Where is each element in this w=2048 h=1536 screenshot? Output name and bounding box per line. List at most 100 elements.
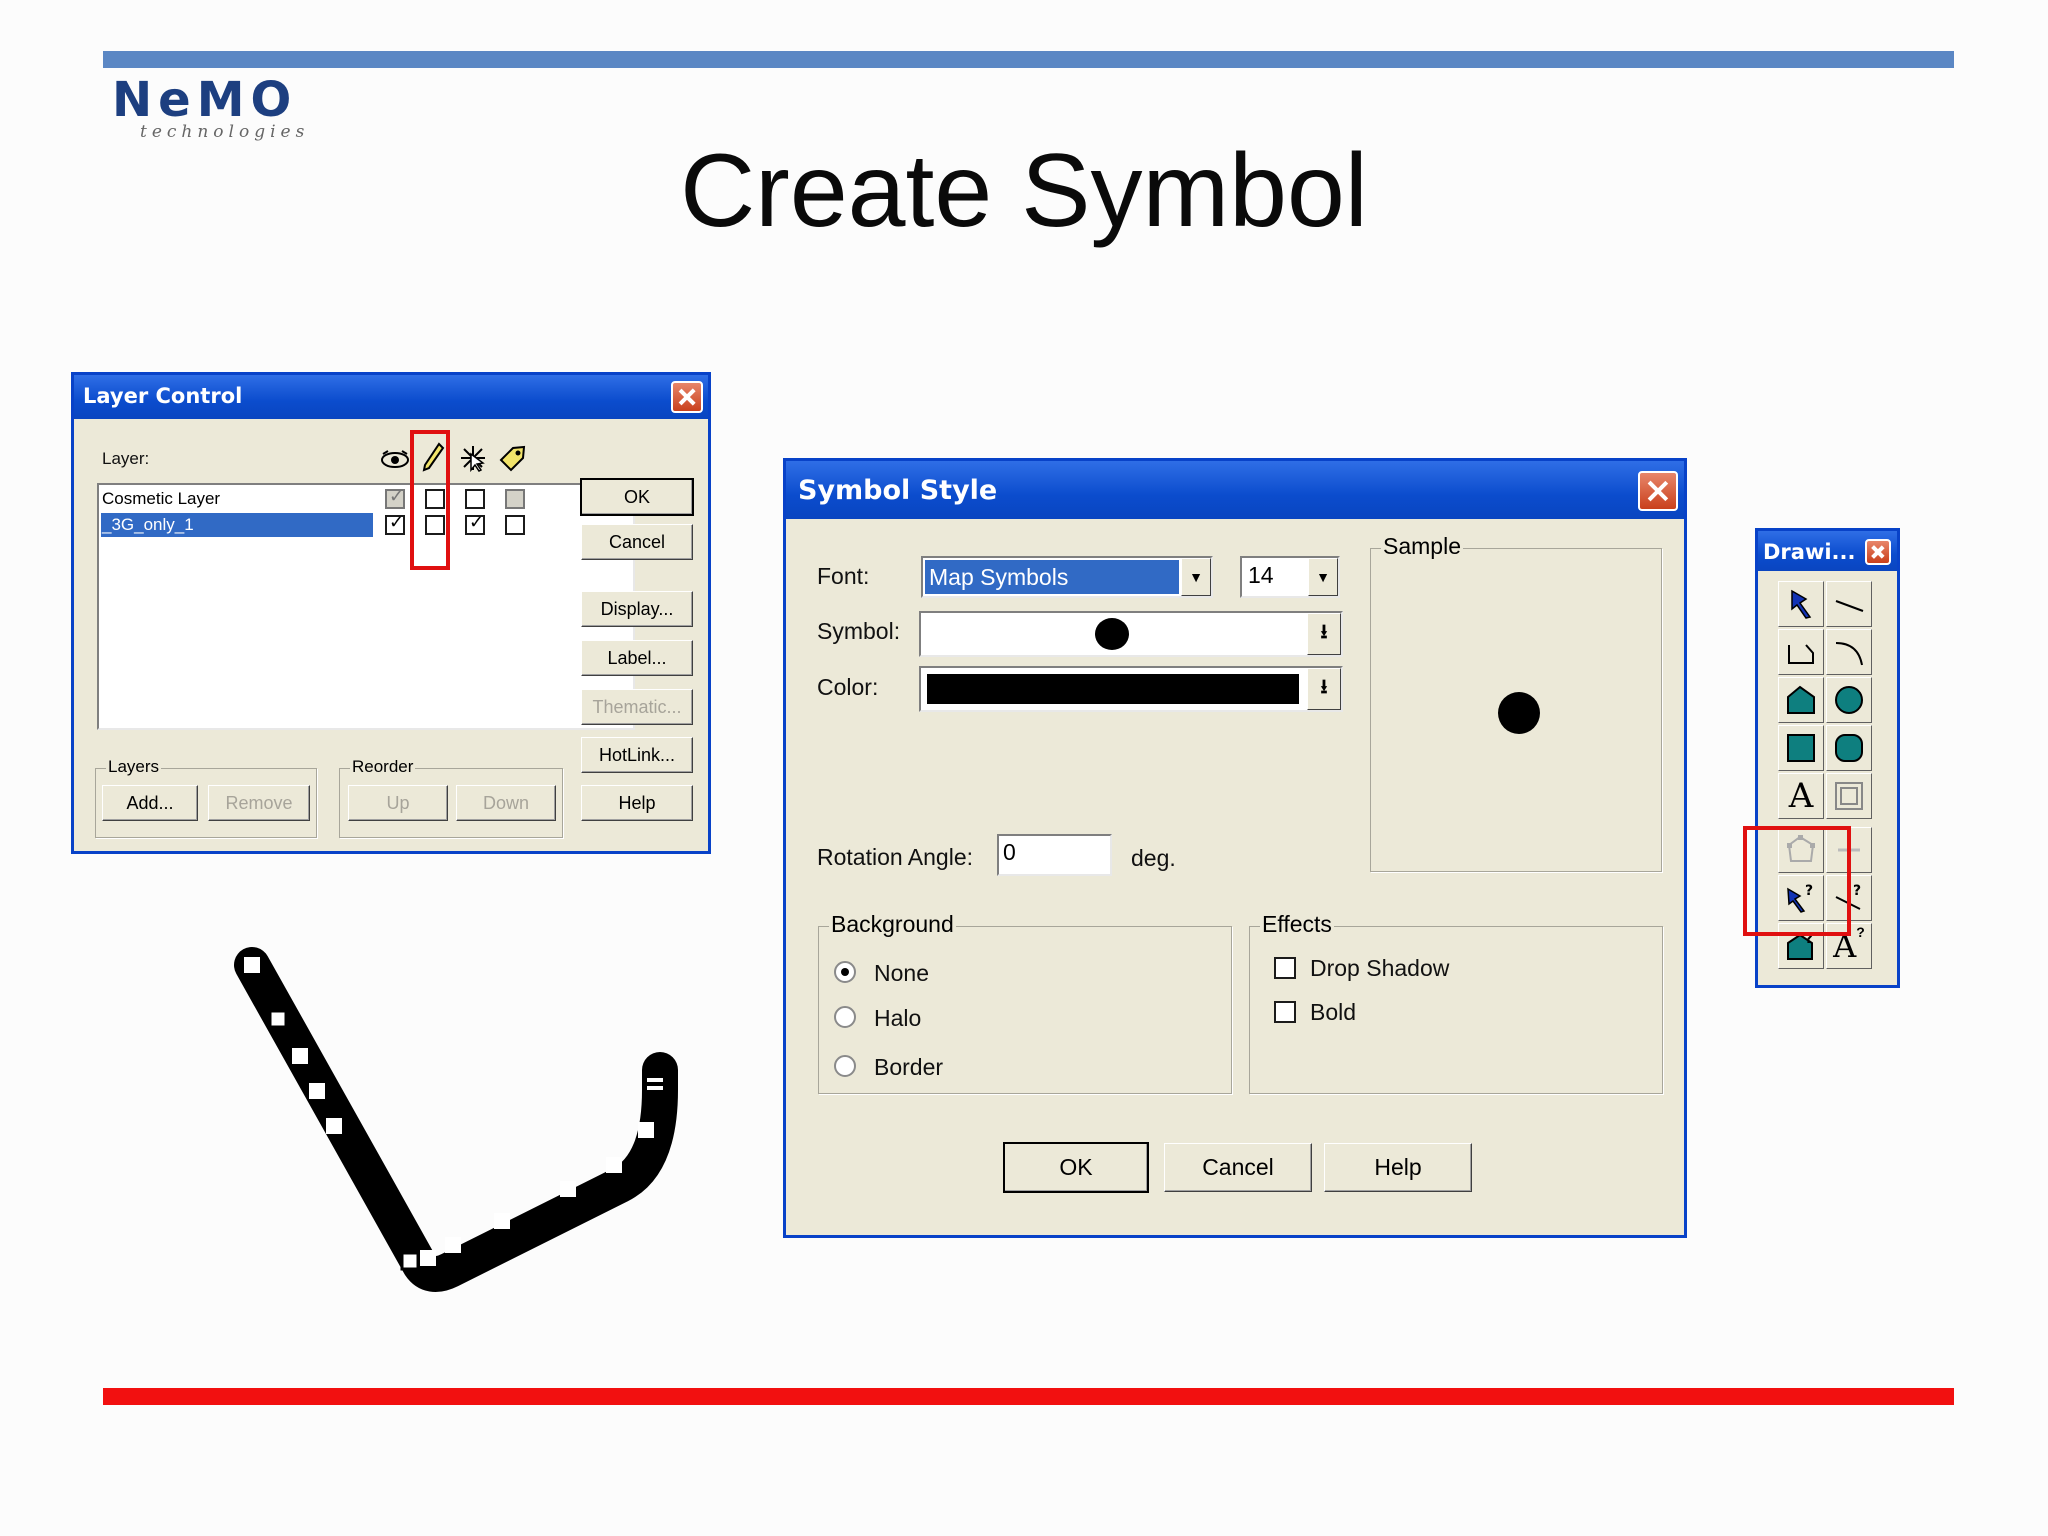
color-label: Color: — [817, 674, 879, 700]
layer-control-titlebar[interactable]: Layer Control — [74, 375, 708, 419]
checkmark-icon: ✓ — [389, 486, 405, 506]
line-icon[interactable] — [1826, 581, 1872, 627]
help-button[interactable]: Help — [581, 785, 693, 821]
autolabel-checkbox[interactable] — [505, 489, 525, 509]
display-button[interactable]: Display... — [581, 591, 693, 627]
thematic-button[interactable]: Thematic... — [581, 689, 693, 725]
color-swatch — [927, 674, 1299, 704]
drop-shadow-checkbox[interactable] — [1274, 957, 1296, 979]
close-icon[interactable] — [1865, 539, 1891, 565]
remove-layer-button[interactable]: Remove — [208, 785, 310, 821]
rotation-angle-label: Rotation Angle: — [817, 844, 974, 870]
layer-row[interactable]: Cosmetic Layer — [101, 487, 373, 511]
reorder-group-caption: Reorder — [350, 757, 416, 777]
dropdown-arrow-icon[interactable]: ⭳ — [1307, 613, 1341, 655]
symbol-style-dialog: Symbol Style Font: Map Symbols ▼ 14 ▼ Sy… — [783, 458, 1687, 1238]
visible-checkbox[interactable]: ✓ — [385, 512, 405, 535]
hotlink-button[interactable]: HotLink... — [581, 737, 693, 773]
background-halo-radio[interactable] — [834, 1006, 856, 1028]
polyline-icon[interactable] — [1778, 629, 1824, 675]
move-up-button[interactable]: Up — [348, 785, 448, 821]
symbol-label: Symbol: — [817, 618, 901, 644]
chevron-down-icon[interactable]: ▼ — [1181, 558, 1211, 596]
size-select[interactable]: 14 ▼ — [1240, 556, 1340, 598]
add-layer-button[interactable]: Add... — [102, 785, 198, 821]
effects-group: Effects Drop Shadow Bold — [1249, 911, 1663, 1094]
close-icon[interactable] — [671, 381, 703, 413]
layer-name: _3G_only_1 — [102, 515, 194, 534]
sample-group: Sample — [1370, 533, 1662, 872]
circle-symbol-icon — [1095, 618, 1129, 650]
background-border-radio[interactable] — [834, 1055, 856, 1077]
autolabel-checkbox[interactable] — [505, 515, 525, 535]
label-tag-icon — [499, 445, 526, 472]
rotation-unit-label: deg. — [1131, 845, 1176, 871]
checkmark-icon: ✓ — [389, 512, 405, 532]
background-border-label: Border — [874, 1054, 944, 1080]
layers-group: Layers Add... Remove — [95, 757, 317, 838]
background-caption: Background — [829, 911, 956, 938]
help-button[interactable]: Help — [1324, 1143, 1472, 1192]
close-icon[interactable] — [1638, 471, 1678, 511]
sample-symbol-preview — [1498, 692, 1540, 734]
cancel-button[interactable]: Cancel — [1164, 1143, 1312, 1192]
layer-name: Cosmetic Layer — [102, 489, 221, 508]
select-arrow-icon — [461, 446, 485, 472]
bottom-accent-bar — [103, 1388, 1954, 1405]
dropdown-arrow-icon[interactable]: ⭳ — [1307, 668, 1341, 710]
font-label: Font: — [817, 563, 870, 589]
move-down-button[interactable]: Down — [456, 785, 556, 821]
eye-icon — [381, 450, 409, 468]
reorder-group: Reorder Up Down — [339, 757, 563, 838]
background-halo-label: Halo — [874, 1005, 922, 1031]
layer-row-selected[interactable]: _3G_only_1 — [101, 513, 373, 537]
rotation-angle-input[interactable]: 0 — [997, 834, 1112, 876]
selectable-checkbox[interactable]: ✓ — [465, 512, 485, 535]
logo-word: NeMO — [112, 72, 298, 128]
chevron-down-icon[interactable]: ▼ — [1308, 558, 1338, 596]
ok-button[interactable]: OK — [1003, 1142, 1149, 1193]
font-select[interactable]: Map Symbols ▼ — [921, 556, 1213, 598]
background-none-radio[interactable] — [834, 961, 856, 983]
symbol-style-titlebar[interactable]: Symbol Style — [786, 461, 1684, 519]
bold-checkbox[interactable] — [1274, 1001, 1296, 1023]
layer-control-dialog: Layer Control Layer: Cosmetic Layer _3G_… — [71, 372, 711, 854]
cancel-button[interactable]: Cancel — [581, 524, 693, 560]
ok-button[interactable]: OK — [580, 478, 694, 516]
sample-caption: Sample — [1381, 533, 1463, 560]
checkmark-icon: ✓ — [469, 512, 485, 532]
rectangle-icon[interactable] — [1778, 725, 1824, 771]
rounded-rectangle-icon[interactable] — [1826, 725, 1872, 771]
visible-checkbox[interactable]: ✓ — [385, 486, 405, 509]
color-picker[interactable]: ⭳ — [919, 666, 1343, 712]
layer-control-title: Layer Control — [83, 384, 243, 408]
size-select-value: 14 — [1248, 562, 1274, 588]
layer-label: Layer: — [102, 449, 150, 468]
effects-caption: Effects — [1260, 911, 1334, 938]
arc-icon[interactable] — [1826, 629, 1872, 675]
ellipse-icon[interactable] — [1826, 677, 1872, 723]
background-none-label: None — [874, 960, 929, 986]
layer-list[interactable]: Cosmetic Layer _3G_only_1 ✓ ✓ ✓ — [97, 483, 635, 730]
selectable-checkbox[interactable] — [465, 489, 485, 509]
symbol-style-title: Symbol Style — [798, 475, 998, 506]
symbol-pin-icon[interactable] — [1778, 581, 1824, 627]
editable-column-highlight — [410, 430, 450, 570]
frame-icon[interactable] — [1826, 773, 1872, 819]
polygon-icon[interactable] — [1778, 677, 1824, 723]
drop-shadow-label: Drop Shadow — [1310, 955, 1450, 981]
drawing-toolbar-title: Drawi... — [1763, 540, 1856, 564]
rotation-angle-value: 0 — [1003, 839, 1016, 865]
polyline-with-nodes — [234, 947, 678, 1292]
background-group: Background None Halo Border — [818, 911, 1232, 1094]
symbol-picker[interactable]: ⭳ — [919, 611, 1343, 657]
text-icon[interactable]: A — [1778, 773, 1824, 819]
bold-label: Bold — [1310, 999, 1357, 1025]
layers-group-caption: Layers — [106, 757, 162, 777]
label-button[interactable]: Label... — [581, 640, 693, 676]
query-tools-highlight — [1743, 826, 1851, 936]
top-accent-bar — [103, 51, 1954, 68]
drawing-toolbar-titlebar[interactable]: Drawi... — [1758, 531, 1897, 571]
radio-dot — [841, 968, 849, 976]
font-select-value: Map Symbols — [925, 560, 1179, 594]
